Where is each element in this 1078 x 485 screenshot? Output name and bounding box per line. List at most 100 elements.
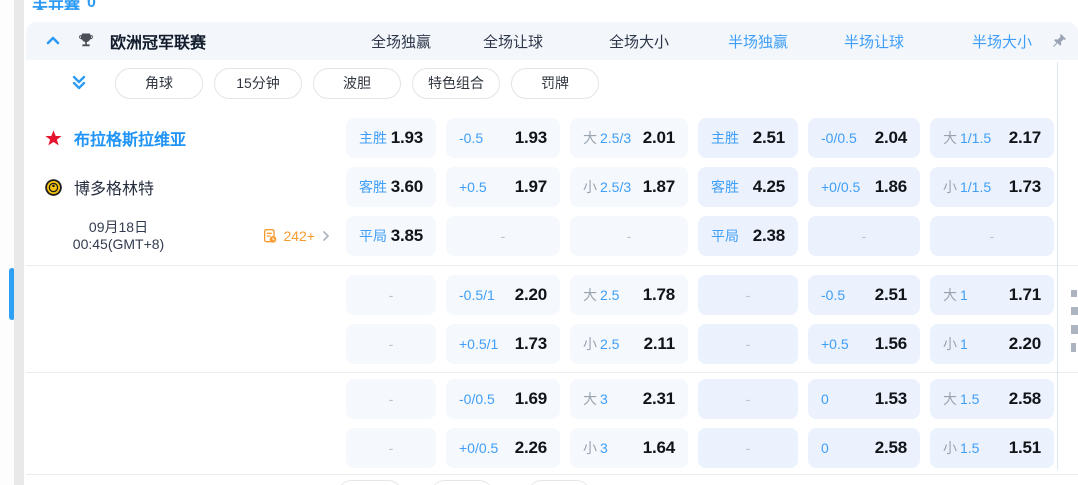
odds-value: 2.58 [874,438,907,457]
odds-label: 小 2.5/3 [583,179,632,195]
odds-value: 3.60 [390,177,423,196]
odds-cell[interactable]: 主胜 2.51 [698,118,798,158]
odds-cell[interactable]: 小 3 1.64 [570,428,688,468]
odds-value: 2.31 [642,389,675,408]
odds-label: -0.5 [821,287,846,303]
odds-value: 2.04 [874,128,907,147]
odds-cell[interactable]: +0.5 1.56 [808,324,920,364]
market-chip-corners[interactable]: 角球 [115,67,203,99]
market-chip-15min[interactable]: 15分钟 [214,67,302,99]
column-header-ft-ou: 全场大小 [608,33,669,51]
odds-cell-empty: - [346,379,436,419]
markets-count: 242+ [283,228,315,244]
odds-cell[interactable]: 0 1.53 [808,379,920,419]
column-header-ft-1x2: 全场独赢 [370,33,431,51]
league-title[interactable]: 欧洲冠军联赛 [110,29,206,53]
odds-cell[interactable]: 大 1 1.71 [930,275,1054,315]
odds-cell[interactable]: 大 1/1.5 2.17 [930,118,1054,158]
odds-label: 小1 [943,336,968,352]
more-markets-link[interactable]: 242+ [262,228,332,244]
odds-cell[interactable]: 主胜 1.93 [346,118,436,158]
next-block-chips-clipped [26,479,1078,485]
tab-not-started[interactable]: 未开赛 0 [26,0,96,10]
odds-label: 0 [821,440,829,456]
double-chevron-down-icon[interactable] [68,72,90,94]
kickoff-date: 09月18日 [88,219,149,235]
away-team-row[interactable]: 博多格林特 [26,167,346,207]
odds-cell[interactable]: 0 2.58 [808,428,920,468]
odds-value: 1.56 [874,334,907,353]
odds-cell-empty: - [346,275,436,315]
chevron-up-icon[interactable] [44,32,62,50]
odds-value: 1.97 [514,177,547,196]
odds-label: +0/0.5 [459,440,499,456]
odds-label: 平局 [359,228,387,244]
odds-label: +0.5/1 [459,336,499,352]
market-chip-specials[interactable]: 特色组合 [412,67,500,99]
clipped-chip[interactable] [337,480,403,485]
no-odds-dash: - [388,287,394,303]
section-divider [26,474,1078,475]
odds-cell[interactable]: -0.5 1.93 [446,118,560,158]
no-odds-dash: - [989,228,995,244]
empty-info-column [26,379,346,468]
no-odds-dash: - [500,228,506,244]
odds-cell[interactable]: 平局 2.38 [698,216,798,256]
extra-lines-section-2: - -0/0.5 1.69 大 3 2.31-0 1.53 大 1.5 2.58- +0/0.5 2.… [26,373,1078,474]
odds-cell[interactable]: +0.5/1 1.73 [446,324,560,364]
odds-label: 大 2.5 [583,287,620,303]
tab-count: 0 [87,0,96,10]
odds-cell[interactable]: 小 1.5 1.51 [930,428,1054,468]
clipped-edge-glyph [1071,325,1078,334]
column-header-ft-handicap: 全场让球 [482,33,543,51]
odds-cell[interactable]: +0/0.5 2.26 [446,428,560,468]
odds-cell[interactable]: 大 3 2.31 [570,379,688,419]
odds-cell[interactable]: 小 2.5/3 1.87 [570,167,688,207]
clipped-edge-glyph [1071,307,1078,315]
odds-cell[interactable]: -0/0.5 2.04 [808,118,920,158]
market-chip-cards[interactable]: 罚牌 [511,67,599,99]
odds-value: 2.01 [642,128,675,147]
red-star-icon [44,129,63,148]
odds-cell[interactable]: 客胜 3.60 [346,167,436,207]
odds-cell[interactable]: 小 1/1.5 1.73 [930,167,1054,207]
odds-label: +0.5 [821,336,849,352]
odds-cell[interactable]: +0/0.5 1.86 [808,167,920,207]
market-chips: 角球 15分钟 波胆 特色组合 罚牌 [115,67,599,99]
odds-cell[interactable]: -0.5 2.51 [808,275,920,315]
clipped-chip[interactable] [527,480,591,485]
panel-divider [14,0,24,485]
odds-value: 1.73 [1008,177,1041,196]
chevron-right-icon [320,230,332,242]
odds-cell[interactable]: 小 1 2.20 [930,324,1054,364]
home-team-row[interactable]: 布拉格斯拉维亚 [26,118,346,158]
home-team-name[interactable]: 布拉格斯拉维亚 [74,126,186,150]
clipped-chip[interactable] [430,480,494,485]
odds-label: 主胜 [359,130,387,146]
odds-cell[interactable]: 客胜 4.25 [698,167,798,207]
market-chip-correct-score[interactable]: 波胆 [313,67,401,99]
odds-value: 1.93 [390,128,423,147]
away-team-name[interactable]: 博多格林特 [74,175,154,199]
odds-cell[interactable]: +0.5 1.97 [446,167,560,207]
odds-cell-empty: - [346,324,436,364]
odds-cell[interactable]: 平局 3.85 [346,216,436,256]
odds-cell[interactable]: 大 1.5 2.58 [930,379,1054,419]
odds-value: 2.17 [1008,128,1041,147]
odds-value: 2.51 [874,285,907,304]
no-odds-dash: - [745,440,751,456]
odds-cell[interactable]: 大 2.5 1.78 [570,275,688,315]
odds-label: 大 1/1.5 [943,130,992,146]
tab-label: 未开赛 [32,0,81,10]
league-header: 欧洲冠军联赛 全场独赢 全场让球 全场大小 半场独赢 半场让球 半场大小 [26,22,1078,60]
odds-cell-empty: - [698,428,798,468]
odds-value: 1.78 [642,285,675,304]
pushpin-icon[interactable] [1050,32,1068,50]
match-meta-row: 09月18日 00:45(GMT+8) 242+ [26,216,346,256]
odds-cell[interactable]: -0.5/1 2.20 [446,275,560,315]
odds-value: 3.85 [390,226,423,245]
no-odds-dash: - [388,440,394,456]
odds-cell[interactable]: 大 2.5/3 2.01 [570,118,688,158]
odds-cell[interactable]: -0/0.5 1.69 [446,379,560,419]
odds-cell[interactable]: 小 2.5 2.11 [570,324,688,364]
